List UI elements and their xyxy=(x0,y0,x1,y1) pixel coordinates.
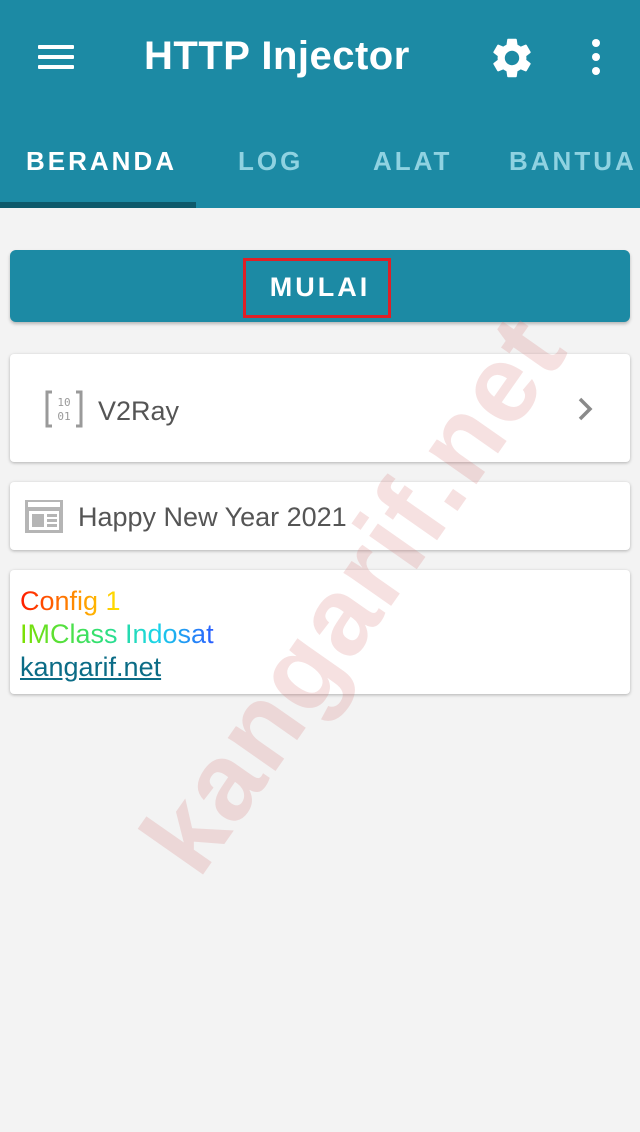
more-vertical-icon[interactable] xyxy=(584,36,608,80)
config-name: Config 1 xyxy=(20,586,121,616)
app-bar: HTTP Injector BERANDA LOG ALAT BANTUA xyxy=(0,0,640,208)
chevron-right-icon xyxy=(578,397,593,421)
note-text: Happy New Year 2021 xyxy=(78,502,347,532)
start-button[interactable]: MULAI xyxy=(10,250,630,322)
tab-bantuan[interactable]: BANTUA xyxy=(509,146,637,177)
v2ray-label: V2Ray xyxy=(98,396,180,426)
start-button-label: MULAI xyxy=(269,272,371,302)
tab-alat[interactable]: ALAT xyxy=(373,146,452,177)
menu-icon[interactable] xyxy=(36,41,76,73)
config-card: Config 1 IMClass Indosat kangarif.net xyxy=(10,570,630,694)
tab-beranda[interactable]: BERANDA xyxy=(26,146,177,177)
tab-bar: BERANDA LOG ALAT BANTUA xyxy=(0,120,640,208)
svg-text:10: 10 xyxy=(57,396,70,409)
settings-gear-icon[interactable] xyxy=(488,34,536,82)
active-tab-indicator xyxy=(0,202,196,208)
config-description: IMClass Indosat xyxy=(20,619,214,649)
calendar-icon xyxy=(25,500,63,533)
svg-text:01: 01 xyxy=(57,410,70,423)
app-title: HTTP Injector xyxy=(144,34,410,78)
note-card: Happy New Year 2021 xyxy=(10,482,630,550)
v2ray-card[interactable]: 10 01 V2Ray xyxy=(10,354,630,462)
config-link[interactable]: kangarif.net xyxy=(20,652,161,683)
binary-icon: 10 01 xyxy=(45,390,83,428)
tab-log[interactable]: LOG xyxy=(238,146,303,177)
